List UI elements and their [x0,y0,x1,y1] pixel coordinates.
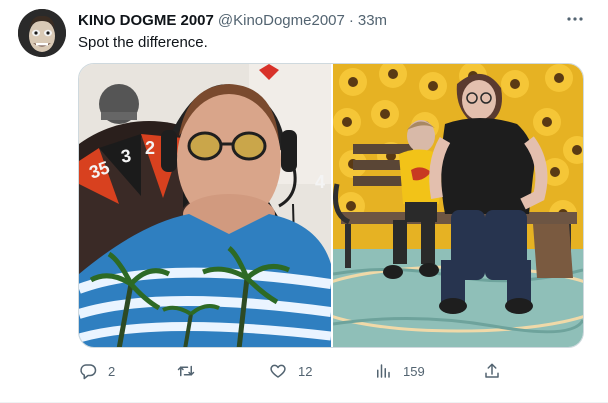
tweet-header: KINO DOGME 2007 @KinoDogme2007 · 33m [78,10,387,30]
share-button[interactable] [482,358,502,384]
avatar-image [18,9,66,57]
retweet-button[interactable] [176,358,206,384]
retweet-icon [176,361,196,381]
tweet-text: Spot the difference. [78,34,208,51]
media-photo-left[interactable]: 35 3 2 4 [79,64,331,347]
like-icon [268,361,288,381]
like-button[interactable]: 12 [268,358,312,384]
views-button[interactable]: 159 [373,358,425,384]
reply-icon [78,361,98,381]
author-display-name[interactable]: KINO DOGME 2007 [78,12,214,29]
avatar[interactable] [18,9,66,57]
media-grid: 35 3 2 4 [78,63,584,348]
reply-button[interactable]: 2 [78,358,115,384]
tweet-actions: 2 12 159 [72,358,512,384]
right-photo-image [333,64,583,347]
like-count: 12 [298,363,313,379]
views-count: 159 [403,363,425,379]
more-icon [567,17,583,21]
reply-count: 2 [108,363,116,379]
roulette-number-2: 2 [145,138,155,158]
share-icon [482,361,502,381]
left-photo-image: 35 3 2 4 [79,64,331,347]
media-photo-right[interactable] [333,64,583,347]
tweet-timestamp[interactable]: 33m [358,12,387,29]
views-icon [373,361,393,381]
roulette-number-3: 4 [315,172,325,192]
tweet[interactable]: KINO DOGME 2007 @KinoDogme2007 · 33m Spo… [0,0,608,403]
author-handle[interactable]: @KinoDogme2007 [218,12,345,29]
more-options-button[interactable] [563,9,587,29]
separator-dot: · [348,11,354,29]
